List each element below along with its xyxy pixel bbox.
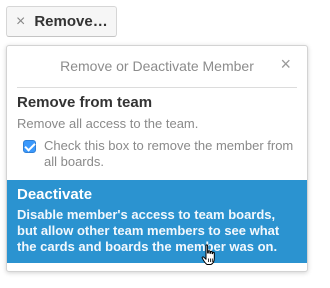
deactivate-option[interactable]: Deactivate Disable member's access to te… [7, 180, 307, 263]
remove-button-label: Remove… [34, 13, 108, 30]
remove-all-boards-checkbox[interactable] [23, 140, 36, 153]
popover-header: Remove or Deactivate Member × [17, 46, 297, 88]
checkbox-label: Check this box to remove the member from… [44, 138, 294, 169]
option-title: Remove from team [17, 94, 153, 111]
option-description: Disable member's access to team boards, … [17, 207, 280, 254]
option-description: Remove all access to the team. [17, 116, 199, 131]
remove-all-boards-row[interactable]: Check this box to remove the member from… [17, 138, 297, 170]
option-title: Deactivate [17, 186, 93, 203]
hand-pointer-icon [201, 244, 215, 265]
close-icon: × [16, 12, 26, 30]
close-icon[interactable]: × [280, 55, 291, 73]
popover-title: Remove or Deactivate Member [60, 58, 254, 74]
remove-member-button[interactable]: × Remove… [6, 6, 117, 37]
remove-from-team-option[interactable]: Remove from team Remove all access to th… [17, 94, 297, 170]
remove-deactivate-popover: Remove or Deactivate Member × Remove fro… [6, 45, 308, 272]
